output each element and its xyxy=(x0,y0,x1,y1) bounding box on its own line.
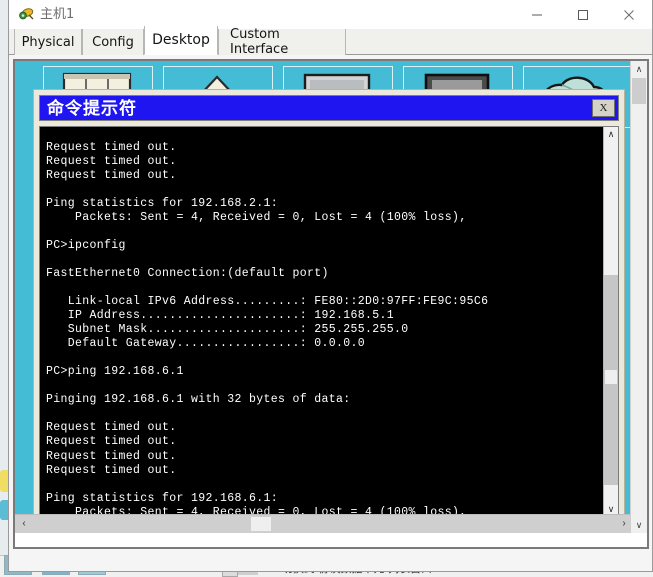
tab-custom-interface-label: Custom Interface xyxy=(230,27,289,57)
host-device-window: 主机1 Physical Config Desktop Custom Inter… xyxy=(8,0,653,572)
command-prompt-window: 命令提示符 X Request timed out. Request timed… xyxy=(33,89,625,523)
tab-desktop-label: Desktop xyxy=(152,32,210,48)
minimize-button[interactable] xyxy=(514,0,560,29)
tab-physical-label: Physical xyxy=(21,34,75,50)
command-prompt-title: 命令提示符 xyxy=(47,99,137,119)
maximize-button[interactable] xyxy=(560,0,606,29)
desktop-vscrollbar[interactable]: ∧ ∨ xyxy=(630,61,647,533)
close-button[interactable] xyxy=(606,0,652,29)
desktop-vscrollbar-thumb[interactable] xyxy=(632,78,646,104)
tab-desktop[interactable]: Desktop xyxy=(144,26,218,55)
packet-tracer-icon xyxy=(18,6,35,23)
window-title: 主机1 xyxy=(40,7,75,22)
terminal-scrollbar-thumb[interactable] xyxy=(604,275,618,485)
terminal-scroll-up-button[interactable]: ∧ xyxy=(604,127,618,142)
terminal-output-area[interactable]: Request timed out. Request timed out. Re… xyxy=(39,126,619,518)
tab-custom-interface[interactable]: Custom Interface xyxy=(218,27,346,57)
terminal-scrollbar[interactable]: ∧ ∨ xyxy=(603,127,618,517)
command-prompt-close-button[interactable]: X xyxy=(592,99,615,117)
tab-config[interactable]: Config xyxy=(82,29,144,55)
command-prompt-titlebar[interactable]: 命令提示符 X xyxy=(39,95,619,121)
terminal-scrollbar-grip xyxy=(605,370,617,384)
desktop-scroll-left-button[interactable]: ‹ xyxy=(15,515,33,532)
desktop-hscrollbar[interactable]: ‹ › xyxy=(15,514,633,533)
desktop-pane: 命令提示符 X Request timed out. Request timed… xyxy=(13,59,649,549)
desktop-background: 命令提示符 X Request timed out. Request timed… xyxy=(15,61,633,533)
tab-config-label: Config xyxy=(92,34,134,50)
desktop-scroll-down-button[interactable]: ∨ xyxy=(631,517,647,533)
tab-bar: Physical Config Desktop Custom Interface xyxy=(9,26,652,57)
desktop-scroll-up-button[interactable]: ∧ xyxy=(631,61,647,77)
tab-physical[interactable]: Physical xyxy=(14,29,82,55)
terminal-text: Request timed out. Request timed out. Re… xyxy=(46,140,489,518)
desktop-hscrollbar-thumb[interactable] xyxy=(251,517,271,531)
window-titlebar: 主机1 xyxy=(9,0,652,30)
